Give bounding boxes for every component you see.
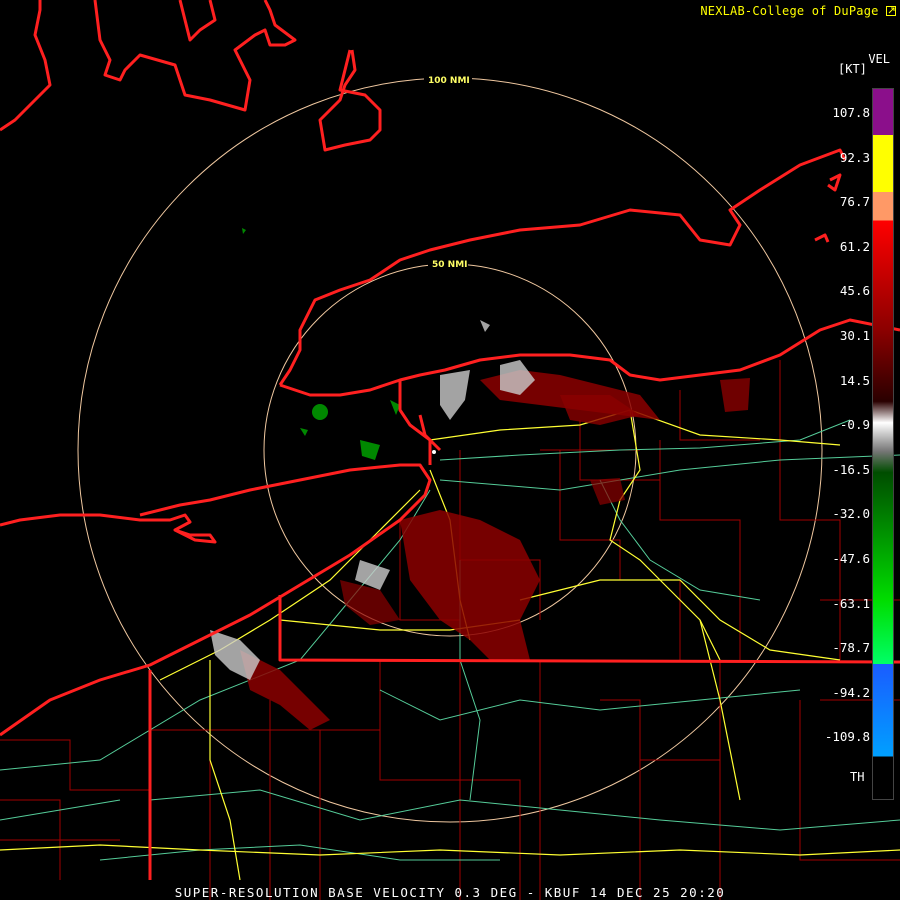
radar-display: 100 NMI 50 NMI NEXLAB-College of DuPage … — [0, 0, 900, 900]
legend-tick-label: -47.6 — [832, 551, 870, 566]
legend-tick-label: 14.5 — [839, 372, 870, 388]
external-link-icon — [886, 6, 896, 16]
legend-tick-label: 30.1 — [839, 328, 870, 343]
legend-tick-label: -0.9 — [839, 417, 870, 433]
legend-tick-labels: 107.8 92.3 76.7 61.2 45.6 30.1 14.5 -0.9 -16.5 -3… — [818, 0, 870, 900]
legend-tick-label: -16.5 — [832, 461, 870, 477]
footer-text: SUPER-RESOLUTION BASE VELOCITY 0.3 DEG -… — [174, 885, 726, 900]
state-borders — [0, 0, 900, 880]
legend-tick-label: -109.8 — [824, 729, 870, 745]
legend-product: VEL — [868, 52, 890, 66]
radar-map: 100 NMI 50 NMI — [0, 0, 900, 900]
legend-tick-label: 92.3 — [839, 149, 870, 165]
legend-tick-label: -78.7 — [832, 640, 870, 656]
range-ring-outer — [77, 77, 823, 823]
legend-tick-label: -32.0 — [832, 506, 870, 522]
legend-threshold-label: TH — [850, 770, 865, 784]
outer-ring-label: 100 NMI — [428, 76, 470, 86]
legend-tick-label: 76.7 — [839, 194, 870, 210]
legend-tick-label: 107.8 — [832, 105, 870, 120]
legend-tick-label: -63.1 — [832, 595, 870, 611]
velocity-color-bar — [872, 88, 894, 800]
legend-tick-label: 61.2 — [839, 238, 870, 254]
radar-site-marker — [432, 450, 436, 454]
radar-echoes-outbound — [240, 370, 750, 730]
secondary-roads — [0, 419, 900, 861]
inner-ring-label: 50 NMI — [432, 260, 468, 270]
legend-tick-label: 45.6 — [839, 283, 870, 299]
product-footer: SUPER-RESOLUTION BASE VELOCITY 0.3 DEG -… — [0, 885, 900, 900]
legend-tick-label: -94.2 — [832, 684, 870, 700]
